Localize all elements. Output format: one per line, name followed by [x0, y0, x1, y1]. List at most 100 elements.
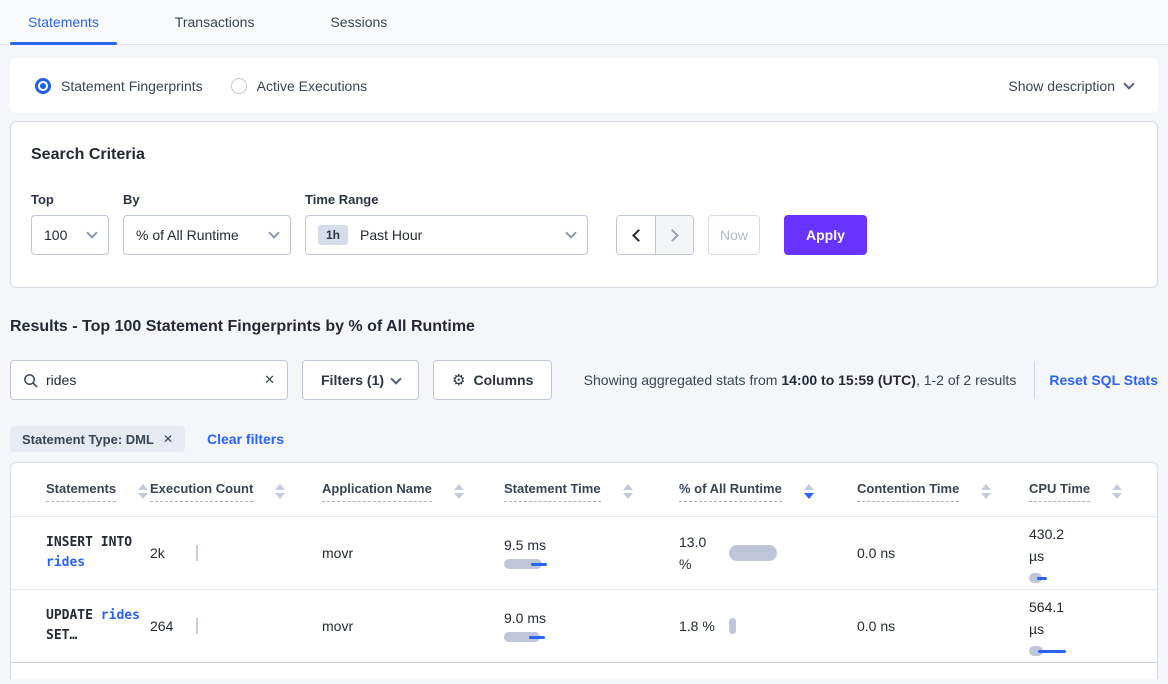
- time-range-badge: 1h: [318, 225, 348, 245]
- cpu-time-bar: [1029, 573, 1089, 583]
- statement-search-box[interactable]: ✕: [10, 360, 288, 400]
- sort-icon-active-desc[interactable]: [804, 484, 814, 499]
- columns-button[interactable]: ⚙ Columns: [433, 360, 552, 400]
- show-description-label: Show description: [1008, 78, 1115, 94]
- chevron-right-icon: [666, 229, 679, 242]
- cpu-time-value: 430.2 µs: [1029, 523, 1081, 567]
- sort-icon[interactable]: [138, 484, 148, 499]
- col-header-cpu-time[interactable]: CPU Time: [1029, 481, 1090, 502]
- col-header-statements[interactable]: Statements: [46, 481, 116, 502]
- top-field: Top 100: [31, 192, 109, 255]
- tab-sessions[interactable]: Sessions: [312, 0, 405, 44]
- apply-button[interactable]: Apply: [784, 215, 867, 255]
- execution-count-value: 264: [150, 618, 173, 634]
- time-step-forward-button[interactable]: [655, 216, 693, 254]
- runtime-pct-cell: 13.0 %: [679, 531, 847, 575]
- by-select-value: % of All Runtime: [136, 227, 239, 243]
- top-select-value: 100: [44, 227, 67, 243]
- by-field: By % of All Runtime: [123, 192, 291, 255]
- filters-button[interactable]: Filters (1): [302, 360, 419, 400]
- chevron-down-icon: [268, 227, 279, 238]
- execution-count-value: 2k: [150, 545, 165, 561]
- sql-activity-tabbar: Statements Transactions Sessions: [0, 0, 1168, 45]
- clear-search-icon[interactable]: ✕: [264, 372, 275, 388]
- contention-time-value: 0.0 ns: [857, 618, 895, 634]
- contention-time-value: 0.0 ns: [857, 545, 895, 561]
- col-header-contention-time[interactable]: Contention Time: [857, 481, 959, 502]
- clear-filters-link[interactable]: Clear filters: [207, 431, 284, 447]
- search-input[interactable]: [46, 372, 264, 388]
- execution-count-bar: [196, 618, 198, 634]
- chevron-down-icon: [565, 227, 576, 238]
- chevron-down-icon: [86, 227, 97, 238]
- radio-active-executions[interactable]: Active Executions: [231, 78, 368, 94]
- statement-time-cell: 9.5 ms: [504, 537, 669, 569]
- time-step-back-button[interactable]: [617, 216, 655, 254]
- search-criteria-card: Search Criteria Top 100 By % of All Runt…: [10, 121, 1158, 288]
- gear-icon: ⚙: [452, 371, 465, 389]
- columns-button-label: Columns: [473, 372, 533, 388]
- cpu-time-cell: 430.2 µs: [1029, 523, 1147, 583]
- radio-statement-fingerprints-label: Statement Fingerprints: [61, 78, 203, 94]
- col-header-statement-time[interactable]: Statement Time: [504, 481, 601, 502]
- cpu-time-bar: [1029, 646, 1089, 656]
- now-button[interactable]: Now: [708, 215, 760, 255]
- col-header-runtime-pct[interactable]: % of All Runtime: [679, 481, 782, 502]
- filters-button-label: Filters (1): [321, 372, 384, 388]
- view-radio-group: Statement Fingerprints Active Executions: [35, 78, 367, 94]
- statement-time-bar: [504, 559, 564, 569]
- runtime-pct-cell: 1.8 %: [679, 615, 847, 637]
- statements-table-card: Statements Execution Count Application N…: [10, 462, 1158, 679]
- execution-count-bar: [196, 545, 198, 561]
- search-criteria-title: Search Criteria: [31, 146, 1137, 164]
- time-range-field: Time Range 1h Past Hour: [305, 192, 588, 255]
- statement-link[interactable]: rides: [46, 555, 85, 570]
- chevron-down-icon: [390, 373, 401, 384]
- runtime-pct-bar: [729, 545, 777, 561]
- chevron-left-icon: [632, 229, 645, 242]
- reset-sql-stats-link[interactable]: Reset SQL Stats: [1049, 372, 1158, 388]
- statements-table: Statements Execution Count Application N…: [11, 463, 1157, 663]
- statement-time-cell: 9.0 ms: [504, 610, 669, 642]
- col-header-execution-count[interactable]: Execution Count: [150, 481, 253, 502]
- statement-link[interactable]: rides: [101, 608, 140, 623]
- cpu-time-cell: 564.1 µs: [1029, 596, 1147, 656]
- table-row: INSERT INTO rides 2k movr 9.5 ms 13.0 %: [11, 517, 1157, 590]
- top-select[interactable]: 100: [31, 215, 109, 255]
- runtime-pct-value: 13.0 %: [679, 531, 721, 575]
- search-icon: [23, 373, 38, 388]
- results-heading: Results - Top 100 Statement Fingerprints…: [10, 318, 1158, 336]
- radio-statement-fingerprints[interactable]: Statement Fingerprints: [35, 78, 203, 94]
- active-filters-row: Statement Type: DML ✕ Clear filters: [10, 426, 1158, 452]
- col-header-application-name[interactable]: Application Name: [322, 481, 432, 502]
- statement-time-value: 9.0 ms: [504, 610, 669, 626]
- sort-icon[interactable]: [623, 484, 633, 499]
- runtime-pct-value: 1.8 %: [679, 615, 721, 637]
- radio-active-executions-label: Active Executions: [257, 78, 368, 94]
- filter-pill-label: Statement Type: DML: [22, 432, 154, 447]
- sort-icon[interactable]: [1112, 484, 1122, 499]
- time-step-group: [616, 215, 694, 255]
- table-header-row: Statements Execution Count Application N…: [11, 463, 1157, 517]
- by-label: By: [123, 192, 291, 207]
- statement-time-bar: [504, 632, 564, 642]
- cpu-time-value: 564.1 µs: [1029, 596, 1081, 640]
- divider: [1034, 361, 1035, 399]
- table-row: UPDATE rides SET… 264 movr 9.0 ms 1.8 %: [11, 590, 1157, 663]
- application-name-value: movr: [322, 545, 353, 561]
- sort-icon[interactable]: [981, 484, 991, 499]
- chevron-down-icon: [1123, 78, 1134, 89]
- time-range-select[interactable]: 1h Past Hour: [305, 215, 588, 255]
- tab-transactions[interactable]: Transactions: [157, 0, 273, 44]
- sort-icon[interactable]: [275, 484, 285, 499]
- by-select[interactable]: % of All Runtime: [123, 215, 291, 255]
- tab-statements[interactable]: Statements: [10, 0, 117, 44]
- view-toggle-panel: Statement Fingerprints Active Executions…: [10, 58, 1158, 113]
- filter-pill-statement-type: Statement Type: DML ✕: [10, 426, 185, 452]
- show-description-toggle[interactable]: Show description: [1008, 78, 1133, 94]
- time-range-value: Past Hour: [360, 227, 422, 243]
- sort-icon[interactable]: [454, 484, 464, 499]
- remove-filter-icon[interactable]: ✕: [163, 432, 173, 446]
- time-range-label: Time Range: [305, 192, 588, 207]
- statement-time-value: 9.5 ms: [504, 537, 669, 553]
